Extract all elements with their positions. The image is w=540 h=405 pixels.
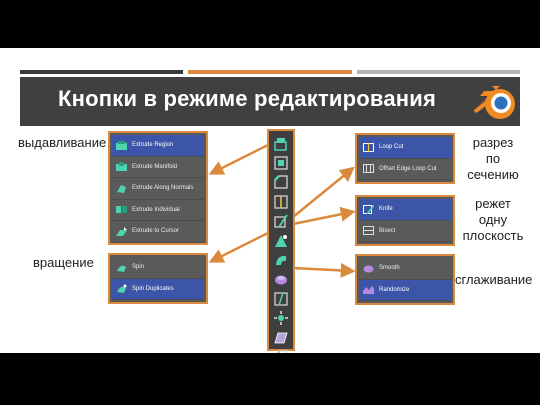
label-knife: режет одну плоскость [462, 196, 524, 243]
menu-item-knife[interactable]: Knife [359, 199, 451, 221]
inset-icon[interactable] [270, 153, 292, 172]
randomize-icon [363, 285, 374, 295]
knife-menu: Knife Bisect [355, 195, 455, 246]
menu-item-spin-duplicates[interactable]: Spin Duplicates [112, 278, 204, 300]
loop-cut-icon[interactable] [270, 192, 292, 211]
menu-item-smooth[interactable]: Smooth [359, 258, 451, 280]
bisect-icon [363, 226, 374, 236]
rip-icon[interactable] [270, 347, 292, 353]
shrink-fatten-icon[interactable] [270, 309, 292, 328]
offset-edge-icon [363, 164, 374, 174]
menu-item-extrude-manifold[interactable]: Extrude Manifold [112, 156, 204, 178]
label-extrude: выдавливание [18, 135, 107, 150]
spin-duplicates-icon [116, 284, 127, 294]
poly-build-icon[interactable] [270, 231, 292, 250]
arrow-to-extrude [208, 143, 269, 175]
smooth-menu: Smooth Randomize [355, 254, 455, 305]
spin-item-icon [116, 263, 127, 272]
edge-slide-icon[interactable] [270, 289, 292, 308]
menu-item-bisect[interactable]: Bisect [359, 220, 451, 242]
label-loopcut: разрез по сечению [467, 135, 519, 182]
smooth-icon[interactable] [270, 270, 292, 289]
extrude-menu: Extrude Region Extrude Manifold Extrude … [108, 131, 208, 245]
extrude-region-icon [116, 140, 127, 150]
menu-item-loop-cut[interactable]: Loop Cut [359, 137, 451, 159]
menu-item-extrude-along-normals[interactable]: Extrude Along Normals [112, 178, 204, 200]
menu-item-extrude-individual[interactable]: Extrude Individual [112, 199, 204, 221]
menu-item-spin[interactable]: Spin [112, 257, 204, 279]
extrude-manifold-icon [116, 162, 127, 172]
arrow-to-spin [208, 231, 269, 263]
spin-icon[interactable] [270, 250, 292, 269]
extrude-cursor-icon [116, 226, 127, 236]
arrow-to-loopcut [292, 166, 355, 218]
smooth-item-icon [363, 264, 374, 273]
edit-mode-toolbar [267, 129, 295, 353]
menu-item-extrude-region[interactable]: Extrude Region [112, 135, 204, 157]
label-smooth: сглаживание [455, 272, 533, 287]
shear-icon[interactable] [270, 328, 292, 347]
label-spin: вращение [33, 255, 94, 270]
extrude-individual-icon [116, 205, 127, 214]
knife-icon[interactable] [270, 212, 292, 231]
loopcut-menu: Loop Cut Offset Edge Loop Cut [355, 133, 455, 184]
menu-item-randomize[interactable]: Randomize [359, 279, 451, 301]
slide: Кнопки в режиме редактирования выдавлива… [0, 48, 540, 353]
menu-item-extrude-to-cursor[interactable]: Extrude to Cursor [112, 221, 204, 243]
extrude-normals-icon [116, 184, 127, 193]
loop-cut-item-icon [363, 142, 374, 152]
arrow-to-knife [292, 206, 356, 226]
arrow-to-smooth [292, 262, 356, 278]
menu-item-offset-edge-loop-cut[interactable]: Offset Edge Loop Cut [359, 158, 451, 180]
extrude-icon[interactable] [270, 134, 292, 153]
bevel-icon[interactable] [270, 173, 292, 192]
knife-item-icon [363, 204, 374, 214]
spin-menu: Spin Spin Duplicates [108, 253, 208, 304]
